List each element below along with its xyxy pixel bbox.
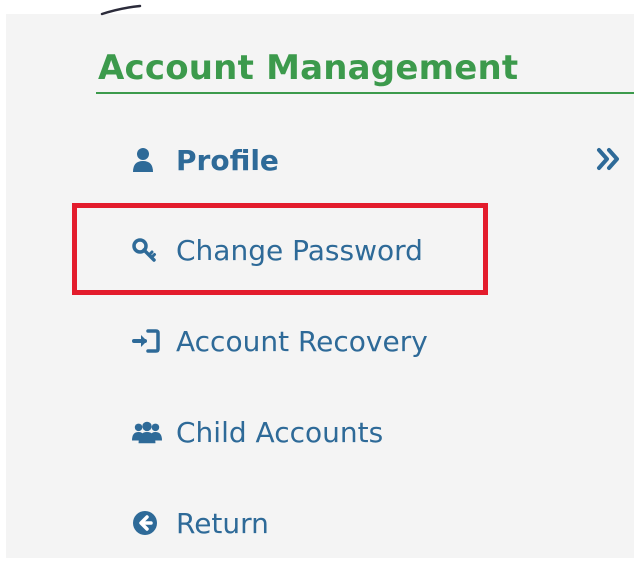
key-icon xyxy=(132,235,162,265)
arrow-circle-left-icon xyxy=(132,508,162,538)
double-chevron-right-icon[interactable] xyxy=(594,144,624,174)
sidebar-item-return[interactable]: Return xyxy=(132,503,269,543)
sidebar-item-account-recovery[interactable]: Account Recovery xyxy=(132,321,428,361)
sidebar-item-label: Change Password xyxy=(176,233,423,267)
section-title: Account Management xyxy=(98,48,519,88)
decorative-swoosh xyxy=(100,4,142,16)
sidebar-item-change-password[interactable]: Change Password xyxy=(132,230,423,270)
sidebar-item-label: Account Recovery xyxy=(176,324,428,358)
sidebar-item-label: Child Accounts xyxy=(176,415,384,449)
title-underline xyxy=(96,92,634,94)
sidebar-item-label: Return xyxy=(176,506,269,540)
user-icon xyxy=(132,145,162,175)
sidebar-item-label: Profile xyxy=(176,143,279,177)
sidebar-item-child-accounts[interactable]: Child Accounts xyxy=(132,412,383,452)
sign-in-icon xyxy=(132,326,162,356)
users-icon xyxy=(132,417,162,447)
sidebar-item-profile[interactable]: Profile xyxy=(132,140,279,180)
